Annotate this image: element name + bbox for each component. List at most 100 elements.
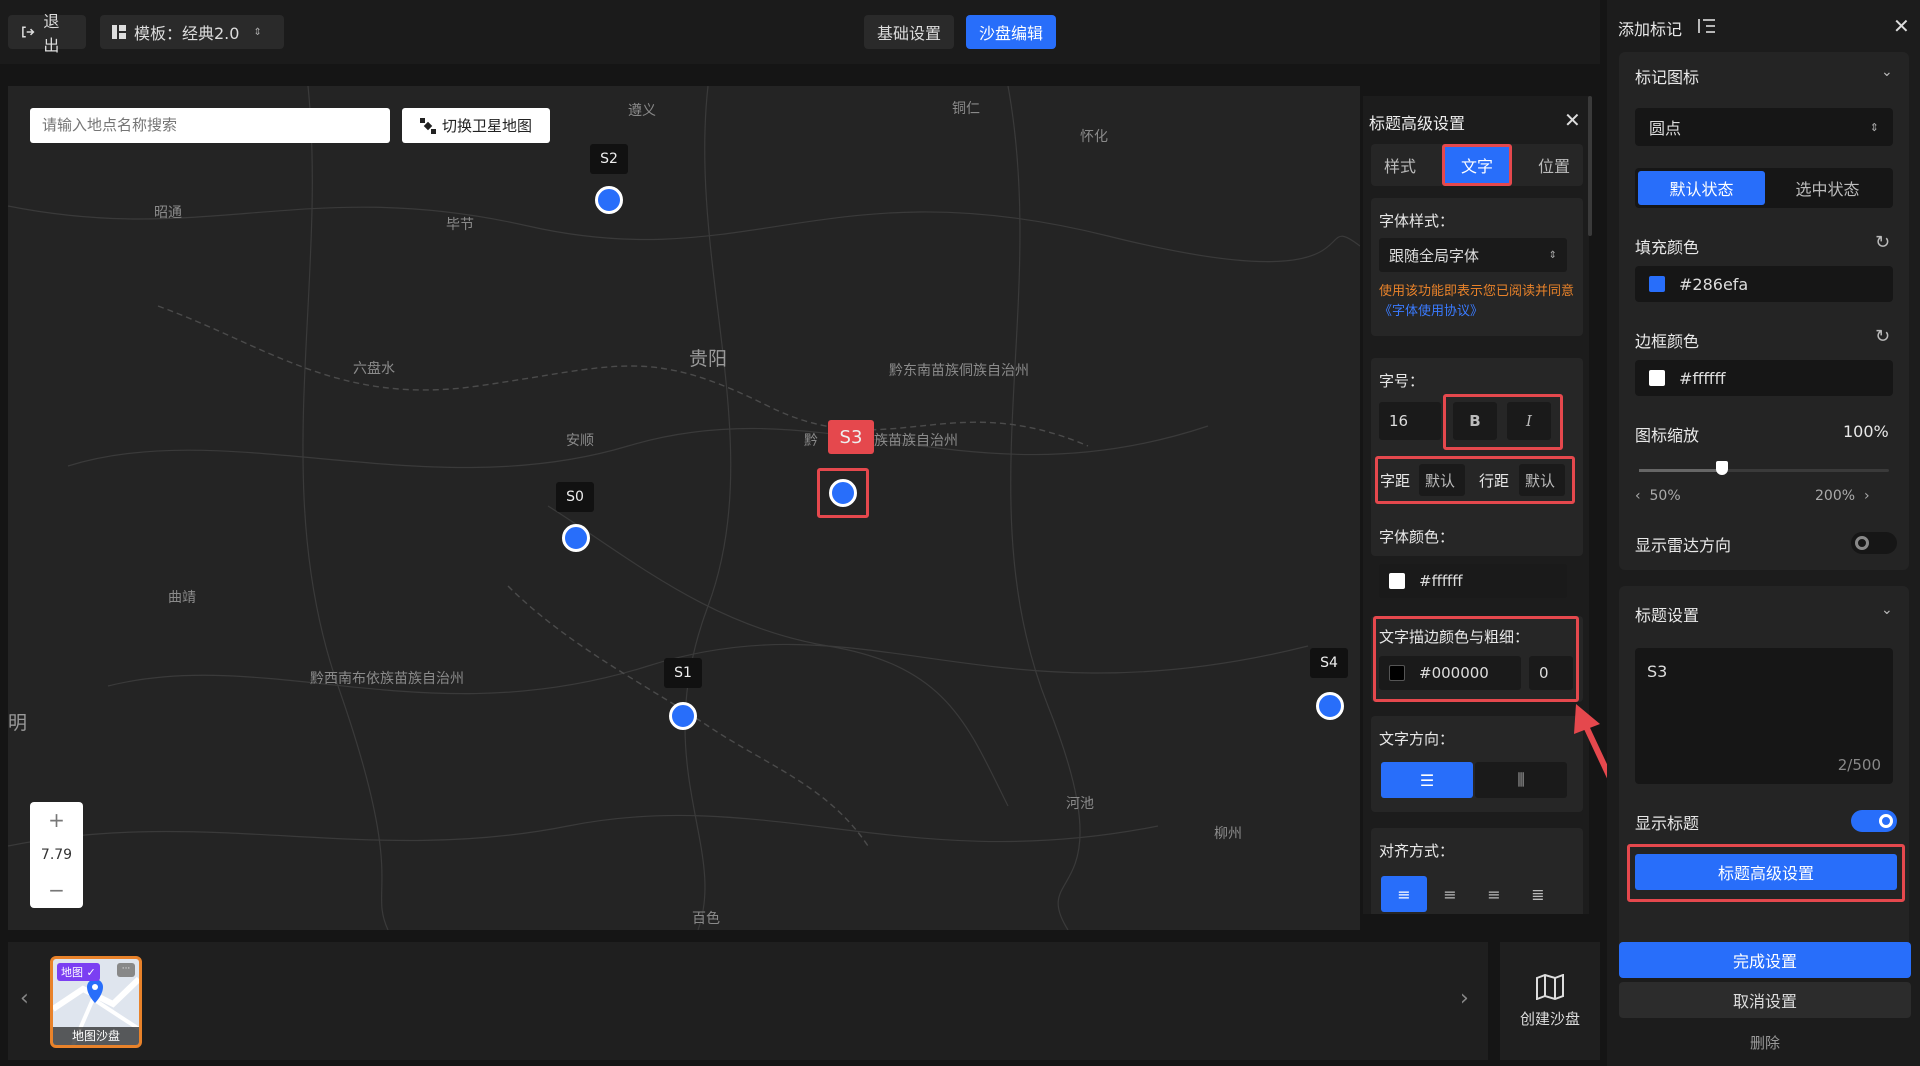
marker-s4[interactable] bbox=[1316, 692, 1344, 720]
bold-button[interactable]: B bbox=[1453, 402, 1497, 440]
border-color-swatch[interactable] bbox=[1649, 370, 1665, 386]
zoom-out-button[interactable]: − bbox=[48, 878, 65, 902]
horizontal-text-icon: ☰ bbox=[1419, 770, 1435, 790]
chevron-left-icon[interactable]: ‹ bbox=[1635, 488, 1641, 504]
sandbox-strip: ‹ 地图 ✓ ··· 地图沙盘 › bbox=[8, 942, 1488, 1060]
direction-horizontal-button[interactable]: ☰ bbox=[1381, 762, 1473, 798]
map-tag-label: 地图 bbox=[61, 966, 83, 979]
toggle-knob bbox=[1855, 536, 1869, 550]
title-textarea[interactable]: S3 2/500 bbox=[1635, 648, 1893, 784]
zoom-in-button[interactable]: + bbox=[48, 808, 65, 832]
align-justify-icon: ≣ bbox=[1531, 884, 1545, 904]
outline-list-icon[interactable] bbox=[1697, 16, 1717, 36]
border-color-label: 边框颜色 bbox=[1635, 332, 1700, 351]
italic-button[interactable]: I bbox=[1507, 402, 1551, 440]
more-icon[interactable]: ··· bbox=[117, 963, 135, 977]
icon-type-select[interactable]: 圆点 ⇕ bbox=[1635, 108, 1893, 146]
marker-label-s4[interactable]: S4 bbox=[1310, 648, 1348, 678]
radar-direction-toggle[interactable] bbox=[1851, 532, 1897, 554]
marker-s3[interactable] bbox=[829, 479, 857, 507]
chevron-right-icon[interactable]: › bbox=[1864, 488, 1870, 504]
marker-label-s3[interactable]: S3 bbox=[828, 420, 874, 454]
font-color-field[interactable]: #ffffff bbox=[1379, 564, 1567, 598]
align-justify-button[interactable]: ≣ bbox=[1517, 876, 1559, 912]
stroke-color-field[interactable]: #000000 bbox=[1379, 656, 1521, 690]
show-title-toggle[interactable] bbox=[1851, 810, 1897, 832]
city-label: 曲靖 bbox=[168, 590, 196, 606]
close-icon[interactable]: ✕ bbox=[1893, 14, 1910, 38]
satellite-icon bbox=[419, 117, 436, 134]
done-button[interactable]: 完成设置 bbox=[1619, 942, 1911, 978]
marker-s1[interactable] bbox=[669, 702, 697, 730]
align-label: 对齐方式： bbox=[1379, 842, 1455, 860]
font-style-select[interactable]: 跟随全局字体 ⇕ bbox=[1379, 238, 1567, 272]
map-canvas[interactable]: 遵义 铜仁 怀化 昭通 毕节 贵阳 六盘水 黔东南苗族侗族自治州 安顺 黔 族苗… bbox=[8, 86, 1360, 930]
city-label: 黔 bbox=[804, 433, 818, 449]
font-style-card: 字体样式： 跟随全局字体 ⇕ 使用该功能即表示您已阅读并同意《字体使用协议》 bbox=[1371, 198, 1583, 336]
scale-min-group: ‹ 50% bbox=[1635, 488, 1681, 504]
chevron-down-icon[interactable]: ⌄ bbox=[1881, 602, 1893, 618]
font-size-card: 字号： 16 B I 字距 默认 行距 默认 字体颜色： bbox=[1371, 358, 1583, 556]
tab-position[interactable]: 位置 bbox=[1538, 153, 1570, 177]
font-size-input[interactable]: 16 bbox=[1379, 402, 1441, 440]
tab-selected-state[interactable]: 选中状态 bbox=[1765, 171, 1890, 205]
satellite-toggle-button[interactable]: 切换卫星地图 bbox=[402, 108, 550, 143]
close-icon[interactable]: ✕ bbox=[1564, 108, 1581, 132]
stroke-color-swatch[interactable] bbox=[1389, 665, 1405, 681]
template-label: 模板：经典2.0 bbox=[134, 24, 240, 43]
marker-s2[interactable] bbox=[595, 186, 623, 214]
cancel-button[interactable]: 取消设置 bbox=[1619, 982, 1911, 1018]
fill-color-field[interactable]: #286efa bbox=[1635, 266, 1893, 302]
tab-style[interactable]: 样式 bbox=[1384, 153, 1416, 177]
marker-label-s0[interactable]: S0 bbox=[556, 482, 594, 512]
line-spacing-input[interactable]: 默认 bbox=[1519, 464, 1565, 496]
font-color-value: #ffffff bbox=[1419, 572, 1463, 590]
scale-slider-thumb[interactable] bbox=[1715, 461, 1728, 475]
tab-text[interactable]: 文字 bbox=[1441, 144, 1512, 186]
map-icon bbox=[1536, 973, 1564, 1000]
delete-button[interactable]: 删除 bbox=[1619, 1024, 1911, 1060]
scale-slider-fill bbox=[1639, 469, 1722, 472]
font-color-swatch[interactable] bbox=[1389, 573, 1405, 589]
exit-button[interactable]: 退出 bbox=[8, 12, 86, 55]
font-license-link[interactable]: 《字体使用协议》 bbox=[1379, 304, 1483, 319]
title-char-count: 2/500 bbox=[1837, 756, 1881, 774]
radar-direction-label: 显示雷达方向 bbox=[1635, 536, 1732, 555]
state-tabs: 默认状态 选中状态 bbox=[1635, 168, 1893, 208]
title-advanced-panel: 标题高级设置 ✕ 样式 文字 位置 字体样式： 跟随全局字体 ⇕ 使用该功能即表… bbox=[1363, 96, 1589, 914]
template-select[interactable]: 模板：经典2.0 ⇕ bbox=[100, 15, 284, 49]
align-left-button[interactable]: ≡ bbox=[1381, 876, 1427, 912]
tab-default-state[interactable]: 默认状态 bbox=[1638, 171, 1765, 205]
align-center-button[interactable]: ≡ bbox=[1429, 876, 1471, 912]
chevron-right-icon[interactable]: › bbox=[1460, 986, 1469, 1011]
marker-label-s1[interactable]: S1 bbox=[664, 658, 702, 688]
scale-slider-track[interactable] bbox=[1639, 461, 1889, 475]
title-advanced-button[interactable]: 标题高级设置 bbox=[1635, 854, 1897, 890]
font-color-label: 字体颜色： bbox=[1379, 528, 1455, 546]
direction-vertical-button[interactable]: ⫼ bbox=[1475, 762, 1567, 798]
fill-color-swatch[interactable] bbox=[1649, 276, 1665, 292]
letter-spacing-input[interactable]: 默认 bbox=[1419, 464, 1465, 496]
toggle-knob bbox=[1879, 814, 1893, 828]
panel-scrollbar[interactable] bbox=[1588, 96, 1592, 236]
stroke-width-input[interactable]: 0 bbox=[1529, 656, 1573, 690]
reset-icon[interactable]: ↻ bbox=[1875, 232, 1890, 253]
align-right-button[interactable]: ≡ bbox=[1473, 876, 1515, 912]
marker-label-s2[interactable]: S2 bbox=[590, 144, 628, 174]
create-sandbox-button[interactable]: 创建沙盘 bbox=[1500, 942, 1600, 1060]
chevron-down-icon[interactable]: ⌄ bbox=[1881, 64, 1893, 80]
city-label: 明 bbox=[8, 712, 28, 734]
marker-s0[interactable] bbox=[562, 524, 590, 552]
font-style-label: 字体样式： bbox=[1379, 212, 1455, 230]
stroke-card: 文字描边颜色与粗细： #000000 0 bbox=[1371, 616, 1583, 702]
tab-basic-settings[interactable]: 基础设置 bbox=[864, 15, 954, 49]
font-style-value: 跟随全局字体 bbox=[1389, 246, 1480, 265]
place-search-input[interactable] bbox=[30, 108, 390, 143]
reset-icon[interactable]: ↻ bbox=[1875, 326, 1890, 347]
border-color-field[interactable]: #ffffff bbox=[1635, 360, 1893, 396]
city-label: 昭通 bbox=[154, 205, 182, 221]
icon-scale-label: 图标缩放 bbox=[1635, 426, 1700, 445]
chevron-left-icon[interactable]: ‹ bbox=[20, 986, 29, 1011]
tab-sandbox-edit[interactable]: 沙盘编辑 bbox=[966, 15, 1056, 49]
map-sandbox-thumbnail[interactable]: 地图 ✓ ··· 地图沙盘 bbox=[50, 956, 142, 1048]
